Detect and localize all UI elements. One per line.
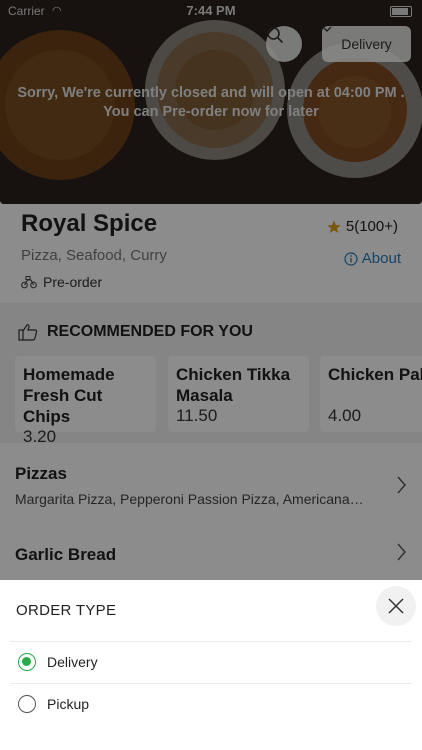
order-option-delivery[interactable]: Delivery bbox=[0, 642, 422, 682]
screen: Carrier ◠ 7:44 PM Delivery Sorry, We're … bbox=[0, 0, 422, 750]
sheet-title: ORDER TYPE bbox=[16, 602, 117, 619]
modal-backdrop[interactable] bbox=[0, 0, 422, 580]
option-label: Pickup bbox=[47, 696, 90, 712]
option-label: Delivery bbox=[47, 654, 98, 670]
order-option-pickup[interactable]: Pickup bbox=[0, 684, 422, 724]
close-button[interactable] bbox=[376, 586, 416, 626]
close-icon bbox=[388, 598, 404, 614]
radio-pickup[interactable] bbox=[18, 695, 36, 713]
radio-delivery[interactable] bbox=[18, 653, 36, 671]
